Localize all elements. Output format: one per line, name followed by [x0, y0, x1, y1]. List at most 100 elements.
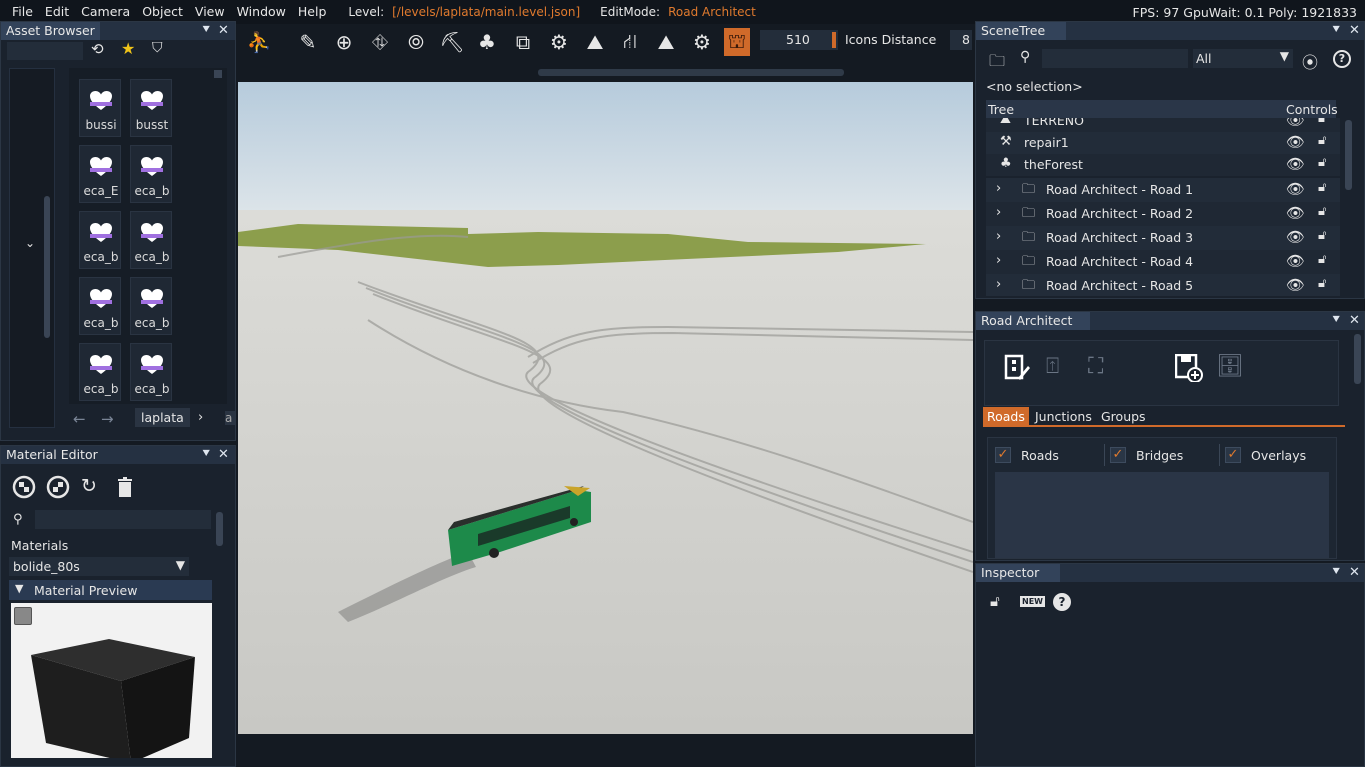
lock-icon[interactable]: 🔓︎: [1318, 228, 1326, 243]
material-preview-header[interactable]: ▼ Material Preview: [9, 580, 212, 600]
road-architect-icon[interactable]: ⛫: [724, 28, 750, 56]
forest-icon[interactable]: ♣: [474, 28, 500, 56]
close-icon[interactable]: ✕: [1349, 313, 1360, 328]
material-select[interactable]: bolide_80s ▼: [9, 557, 189, 576]
toolbar-scrollbar[interactable]: [538, 69, 844, 76]
decal-icon[interactable]: ⦾: [403, 28, 429, 56]
asset-tile[interactable]: eca_b: [130, 343, 172, 401]
asset-grid-scrollbar[interactable]: [214, 70, 222, 78]
tree-scrollbar[interactable]: [1345, 120, 1352, 190]
asset-tile[interactable]: eca_b: [79, 277, 121, 335]
tree-row[interactable]: › 🗀 Road Architect - Road 5 👁︎ 🔓︎: [986, 274, 1340, 296]
tab-junctions[interactable]: Junctions: [1031, 407, 1096, 427]
asset-tile[interactable]: bussi: [79, 79, 121, 137]
lock-icon[interactable]: 🔓︎: [990, 592, 1000, 610]
select-person-icon[interactable]: ⛹: [246, 28, 272, 56]
broadcast-icon[interactable]: ⦿: [1302, 49, 1318, 73]
visibility-eye-icon[interactable]: 👁︎: [1286, 180, 1305, 198]
mountain-icon[interactable]: ⛰: [653, 28, 679, 56]
lock-icon[interactable]: 🔓︎: [1318, 118, 1326, 126]
close-icon[interactable]: ✕: [1349, 23, 1360, 38]
asset-tile[interactable]: eca_b: [130, 277, 172, 335]
asset-tile[interactable]: eca_b: [130, 211, 172, 269]
3d-viewport[interactable]: [238, 82, 973, 734]
road-edit-icon[interactable]: ⛗: [367, 28, 393, 56]
checkmark-icon[interactable]: ✓: [1110, 447, 1126, 463]
save-add-icon[interactable]: [1175, 354, 1203, 382]
visibility-eye-icon[interactable]: 👁︎: [1286, 252, 1305, 270]
help-icon[interactable]: ?: [1333, 50, 1351, 68]
tree-row[interactable]: ♣ theForest 👁︎ 🔓︎: [986, 154, 1340, 176]
asset-tile[interactable]: eca_E: [79, 145, 121, 203]
road-icon[interactable]: ⛙: [617, 28, 643, 56]
asset-tile[interactable]: eca_b: [79, 343, 121, 401]
breadcrumb-next[interactable]: a: [225, 411, 235, 425]
back-arrow-icon[interactable]: ←: [73, 410, 86, 428]
star-icon[interactable]: ★: [121, 39, 135, 58]
visibility-eye-icon[interactable]: 👁︎: [1286, 204, 1305, 222]
tab-roads[interactable]: Roads: [983, 407, 1029, 427]
trash-icon[interactable]: [117, 477, 133, 497]
panel-menu-icon[interactable]: ⯆: [201, 23, 211, 38]
panel-menu-icon[interactable]: ⯆: [201, 447, 211, 462]
lock-icon[interactable]: 🔓︎: [1318, 252, 1326, 267]
menu-help[interactable]: Help: [292, 0, 333, 24]
number-slider-handle[interactable]: [832, 32, 836, 48]
road-list-area[interactable]: [995, 472, 1329, 558]
spawn-point-icon[interactable]: ⚙: [546, 28, 572, 56]
visibility-eye-icon[interactable]: 👁︎: [1286, 133, 1305, 151]
close-icon[interactable]: ✕: [1349, 565, 1360, 580]
close-icon[interactable]: ✕: [218, 447, 229, 462]
add-folder-icon[interactable]: 🗀: [989, 50, 1005, 77]
scene-filter-select[interactable]: All ▼: [1193, 49, 1293, 68]
folder-scrollbar[interactable]: [44, 196, 50, 338]
lock-icon[interactable]: 🔓︎: [1318, 133, 1326, 148]
layers-icon[interactable]: ⧉: [510, 28, 536, 56]
tree-row[interactable]: › 🗀 Road Architect - Road 3 👁︎ 🔓︎: [986, 226, 1340, 250]
save-stack-icon[interactable]: 🗄: [1216, 354, 1244, 379]
paint-roller-icon[interactable]: ⛏: [439, 28, 465, 56]
visibility-eye-icon[interactable]: 👁︎: [1286, 118, 1305, 129]
terrain-icon[interactable]: ⛰: [582, 28, 608, 56]
checkbox-bridges[interactable]: ✓ Bridges: [1110, 446, 1183, 464]
visibility-eye-icon[interactable]: 👁︎: [1286, 228, 1305, 246]
export-icon[interactable]: ⍐: [1046, 354, 1059, 379]
forward-arrow-icon[interactable]: →: [101, 410, 114, 428]
node-graph-icon[interactable]: ⛶: [1088, 354, 1103, 379]
lock-icon[interactable]: 🔓︎: [1318, 204, 1326, 219]
lock-icon[interactable]: 🔓︎: [1318, 180, 1326, 195]
pencil-icon[interactable]: ✎: [295, 28, 321, 56]
checkmark-icon[interactable]: ✓: [1225, 447, 1241, 463]
checkmark-icon[interactable]: ✓: [995, 447, 1011, 463]
lock-icon[interactable]: 🔓︎: [1318, 155, 1326, 170]
checkbox-roads[interactable]: ✓ Roads: [995, 446, 1059, 464]
new-badge-icon[interactable]: NEW: [1020, 596, 1045, 607]
tree-row[interactable]: ⛰ TERRENO 👁︎ 🔓︎: [986, 118, 1340, 132]
road-scrollbar[interactable]: [1354, 334, 1361, 384]
breadcrumb-laplata[interactable]: laplata: [135, 408, 190, 427]
tree-row[interactable]: ⚒ repair1 👁︎ 🔓︎: [986, 132, 1340, 154]
scene-search-input[interactable]: [1042, 49, 1188, 68]
help-icon[interactable]: ?: [1053, 593, 1071, 611]
tree-row[interactable]: › 🗀 Road Architect - Road 2 👁︎ 🔓︎: [986, 202, 1340, 226]
number-field[interactable]: 510: [760, 30, 838, 50]
expand-chevron-icon[interactable]: ›: [996, 253, 1001, 268]
expand-chevron-icon[interactable]: ›: [996, 181, 1001, 196]
panel-menu-icon[interactable]: ⯆: [1331, 565, 1341, 580]
asset-tile[interactable]: eca_b: [130, 145, 172, 203]
material-sphere-icon[interactable]: [12, 475, 36, 499]
filter-icon[interactable]: ⛉: [152, 40, 163, 56]
plus-circle-icon[interactable]: ⊕: [331, 28, 357, 56]
expand-chevron-icon[interactable]: ›: [996, 277, 1001, 292]
tree-row[interactable]: › 🗀 Road Architect - Road 1 👁︎ 🔓︎: [986, 178, 1340, 202]
asset-tile[interactable]: busst: [130, 79, 172, 137]
icons-distance-field[interactable]: 8: [950, 30, 972, 50]
edit-road-icon[interactable]: [1004, 354, 1030, 382]
expand-chevron-icon[interactable]: ›: [996, 205, 1001, 220]
share-icon[interactable]: ⚙: [689, 28, 715, 56]
menu-window[interactable]: Window: [231, 0, 292, 24]
panel-menu-icon[interactable]: ⯆: [1331, 23, 1341, 38]
refresh-icon[interactable]: ⟲: [91, 40, 104, 58]
lock-icon[interactable]: 🔓︎: [1318, 276, 1326, 291]
expand-chevron-icon[interactable]: ›: [996, 229, 1001, 244]
